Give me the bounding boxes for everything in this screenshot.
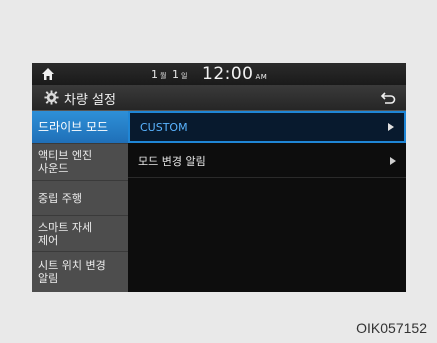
sidebar-item-active-engine-sound[interactable]: 액티브 엔진 사운드: [32, 144, 128, 181]
figure-caption: OIK057152: [356, 320, 427, 336]
custom-mode-row[interactable]: CUSTOM: [128, 111, 406, 143]
chevron-right-icon: [390, 156, 396, 165]
sidebar-item-label: 드라이브 모드: [38, 119, 109, 134]
clock: 12:00 AM: [202, 64, 268, 84]
title-bar: 차량 설정: [32, 85, 406, 111]
sidebar-item-label: 시트 위치 변경 알림: [38, 259, 106, 285]
gear-icon: [44, 90, 59, 105]
chevron-right-icon: [388, 123, 394, 131]
sidebar: 드라이브 모드 액티브 엔진 사운드 중립 주행 스마트 자세 제어 시트 위치…: [32, 111, 128, 292]
row-label: 모드 변경 알림: [138, 154, 206, 168]
main-panel: CUSTOM 모드 변경 알림: [128, 111, 406, 292]
sidebar-item-drive-mode[interactable]: 드라이브 모드: [32, 111, 128, 144]
sidebar-item-neutral-driving[interactable]: 중립 주행: [32, 181, 128, 216]
infotainment-screen: 1월 1일 12:00 AM 차량 설정 드라이브 모드 액티브 엔진 사운드 …: [32, 63, 406, 292]
sidebar-item-label: 중립 주행: [38, 191, 82, 205]
sidebar-item-smart-posture-control[interactable]: 스마트 자세 제어: [32, 216, 128, 252]
home-icon[interactable]: [41, 67, 55, 81]
row-label: CUSTOM: [140, 120, 188, 134]
page-title: 차량 설정: [64, 93, 116, 108]
day-value: 1일: [172, 68, 188, 81]
mode-change-alert-row[interactable]: 모드 변경 알림: [128, 144, 406, 178]
back-icon[interactable]: [380, 91, 396, 105]
status-bar: 1월 1일 12:00 AM: [32, 63, 406, 85]
sidebar-item-label: 액티브 엔진 사운드: [38, 149, 93, 175]
sidebar-item-label: 스마트 자세 제어: [38, 220, 93, 247]
sidebar-item-seat-position-alert[interactable]: 시트 위치 변경 알림: [32, 252, 128, 292]
month-value: 1월: [151, 68, 167, 81]
